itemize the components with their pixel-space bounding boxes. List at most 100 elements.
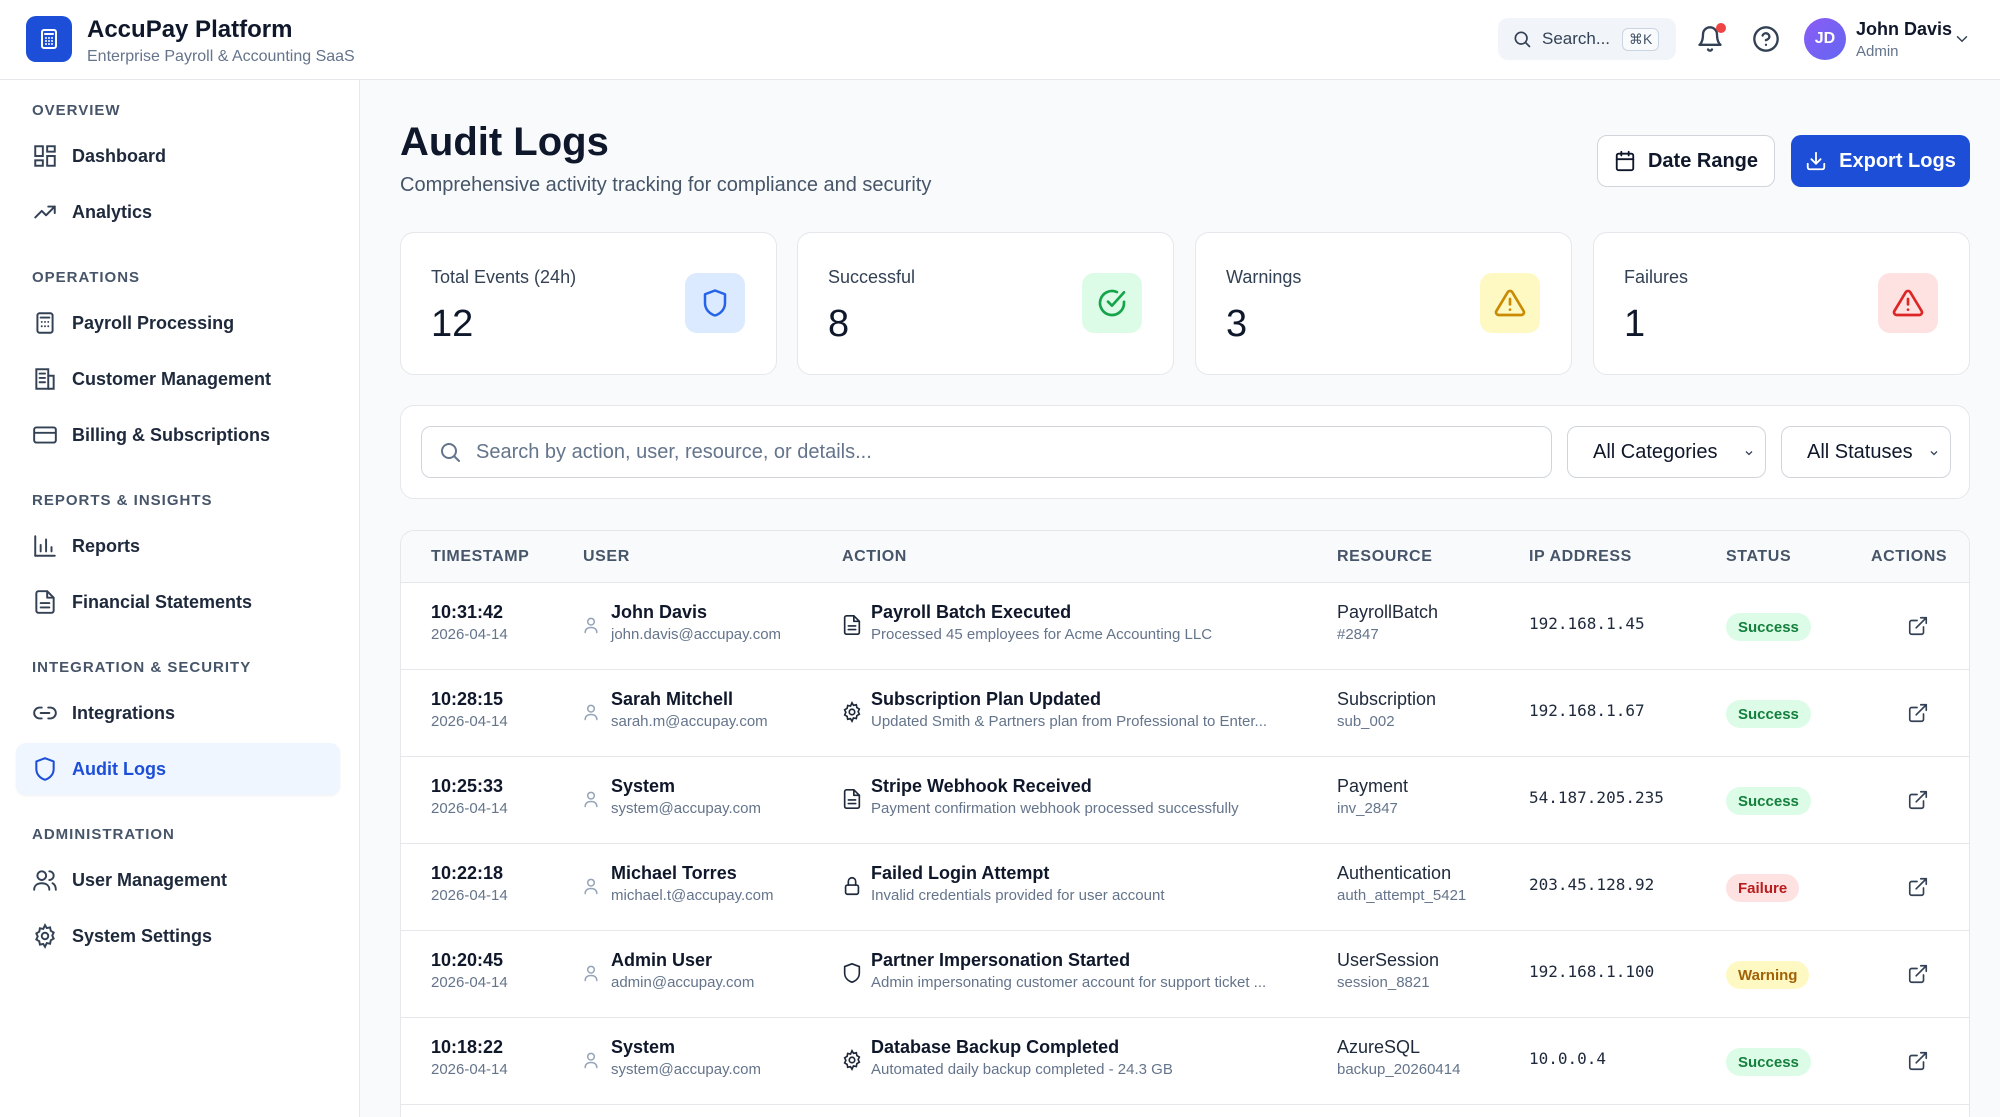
gear-icon: [35, 923, 55, 949]
search-icon: [441, 443, 460, 462]
table-row[interactable]: 10:31:42 2026-04-14 John Davis john.davi…: [401, 583, 1969, 670]
check-circle-icon: [1098, 289, 1126, 317]
category-select[interactable]: All Categories: [1567, 426, 1766, 478]
search-icon: [1514, 31, 1531, 48]
user-role: Admin: [1856, 43, 1899, 60]
column-header-actions: ACTIONS: [1871, 548, 1948, 565]
search-shortcut-badge: ⌘K: [1622, 27, 1660, 51]
status-badge: Failure: [1726, 874, 1800, 902]
row-resource-id: inv_2847: [1337, 800, 1398, 817]
shield-icon: [703, 289, 727, 317]
sidebar-item-analytics[interactable]: Analytics: [16, 186, 340, 238]
file-text-icon: [35, 590, 55, 614]
row-date: 2026-04-14: [431, 1061, 508, 1078]
stat-label: Successful: [828, 267, 916, 287]
stat-value: 8: [828, 303, 850, 345]
row-action-title: Partner Impersonation Started: [871, 950, 1131, 970]
stat-label: Warnings: [1226, 267, 1302, 287]
avatar[interactable]: JD: [1804, 18, 1846, 60]
sidebar-item-integrations[interactable]: Integrations: [16, 687, 340, 739]
global-search-button[interactable]: Search... ⌘K: [1498, 18, 1676, 60]
row-date: 2026-04-14: [431, 800, 508, 817]
date-range-button[interactable]: Date Range: [1597, 135, 1775, 187]
status-badge: Success: [1726, 700, 1811, 728]
date-range-label: Date Range: [1647, 149, 1759, 172]
link-icon: [33, 706, 57, 720]
external-link-icon[interactable]: [1907, 702, 1929, 724]
sidebar-item-label: Payroll Processing: [72, 312, 235, 333]
row-date: 2026-04-14: [431, 626, 508, 643]
sidebar-item-audit-logs[interactable]: Audit Logs: [16, 743, 340, 795]
user-name[interactable]: John Davis: [1856, 19, 1952, 40]
sidebar-item-payroll-processing[interactable]: Payroll Processing: [16, 297, 340, 349]
column-header-timestamp: TIMESTAMP: [431, 548, 530, 565]
row-action-details: Payment confirmation webhook processed s…: [871, 800, 1239, 817]
column-header-resource: RESOURCE: [1337, 548, 1433, 565]
user-icon: [584, 791, 598, 808]
external-link-icon[interactable]: [1907, 876, 1929, 898]
row-user-email: system@accupay.com: [611, 800, 761, 817]
user-icon: [584, 878, 598, 895]
global-search-label: Search...: [1542, 29, 1611, 48]
sidebar-item-user-management[interactable]: User Management: [16, 854, 340, 906]
stat-label: Total Events (24h): [431, 267, 577, 287]
status-select-value: All Statuses: [1807, 440, 1913, 463]
calculator-icon: [41, 29, 57, 49]
export-logs-button[interactable]: Export Logs: [1791, 135, 1970, 187]
table-row[interactable]: 10:22:18 2026-04-14 Michael Torres micha…: [401, 844, 1969, 931]
row-user-name: Sarah Mitchell: [611, 689, 734, 709]
table-row[interactable]: 10:25:33 2026-04-14 System system@accupa…: [401, 757, 1969, 844]
bar-chart-icon: [34, 535, 56, 557]
sidebar-item-financial-statements[interactable]: Financial Statements: [16, 576, 340, 628]
stat-card-warnings: Warnings 3: [1195, 232, 1572, 375]
external-link-icon[interactable]: [1907, 789, 1929, 811]
status-badge: Success: [1726, 787, 1811, 815]
row-user-name: Admin User: [611, 950, 713, 970]
row-user-name: John Davis: [611, 602, 708, 622]
stat-value: 1: [1624, 303, 1646, 345]
sidebar-item-system-settings[interactable]: System Settings: [16, 910, 340, 962]
sidebar-item-label: Analytics: [72, 201, 153, 222]
sidebar-item-label: User Management: [72, 869, 228, 890]
filter-bar: Search by action, user, resource, or det…: [400, 405, 1970, 499]
external-link-icon[interactable]: [1907, 615, 1929, 637]
sidebar-item-customer-management[interactable]: Customer Management: [16, 353, 340, 405]
sidebar-item-dashboard[interactable]: Dashboard: [16, 130, 340, 182]
app-logo[interactable]: [26, 16, 72, 62]
help-icon[interactable]: [1752, 25, 1780, 53]
user-icon: [584, 1052, 598, 1069]
sidebar-item-billing-subscriptions[interactable]: Billing & Subscriptions: [16, 409, 340, 461]
search-input[interactable]: Search by action, user, resource, or det…: [421, 426, 1552, 478]
sidebar-section-integration-security: INTEGRATION & SECURITY: [32, 659, 252, 676]
status-select[interactable]: All Statuses: [1781, 426, 1951, 478]
sidebar-item-label: Dashboard: [72, 145, 167, 166]
row-action-details: Updated Smith & Partners plan from Profe…: [871, 713, 1268, 730]
sidebar-item-label: Reports: [72, 535, 141, 556]
warning-icon: [1494, 289, 1526, 317]
chevron-down-icon: [1745, 451, 1753, 456]
sidebar-item-reports[interactable]: Reports: [16, 520, 340, 572]
gear-icon: [843, 1049, 861, 1071]
search-placeholder: Search by action, user, resource, or det…: [476, 440, 872, 463]
sidebar-section-operations: OPERATIONS: [32, 269, 141, 286]
external-link-icon[interactable]: [1907, 963, 1929, 985]
row-user-email: john.davis@accupay.com: [611, 626, 782, 643]
external-link-icon[interactable]: [1907, 1050, 1929, 1072]
status-badge: Success: [1726, 1048, 1811, 1076]
chevron-down-icon[interactable]: [1953, 30, 1971, 48]
column-header-action: ACTION: [842, 548, 907, 565]
table-row[interactable]: 10:20:45 2026-04-14 Admin User admin@acc…: [401, 931, 1969, 1018]
table-row[interactable]: 10:28:15 2026-04-14 Sarah Mitchell sarah…: [401, 670, 1969, 757]
row-user-email: sarah.m@accupay.com: [611, 713, 768, 730]
row-ip-address: 10.0.0.4: [1529, 1049, 1607, 1068]
table-header: TIMESTAMP USER ACTION RESOURCE IP ADDRES…: [401, 531, 1969, 583]
row-resource-id: backup_20260414: [1337, 1061, 1461, 1078]
row-action-title: Database Backup Completed: [871, 1037, 1120, 1057]
table-row[interactable]: 10:18:22 2026-04-14 System system@accupa…: [401, 1018, 1969, 1105]
row-action-title: Subscription Plan Updated: [871, 689, 1102, 709]
export-logs-label: Export Logs: [1839, 149, 1956, 172]
row-resource-name: Payment: [1337, 776, 1409, 796]
grid-icon: [34, 145, 56, 167]
row-date: 2026-04-14: [431, 887, 508, 904]
row-action-details: Admin impersonating customer account for…: [871, 974, 1267, 991]
